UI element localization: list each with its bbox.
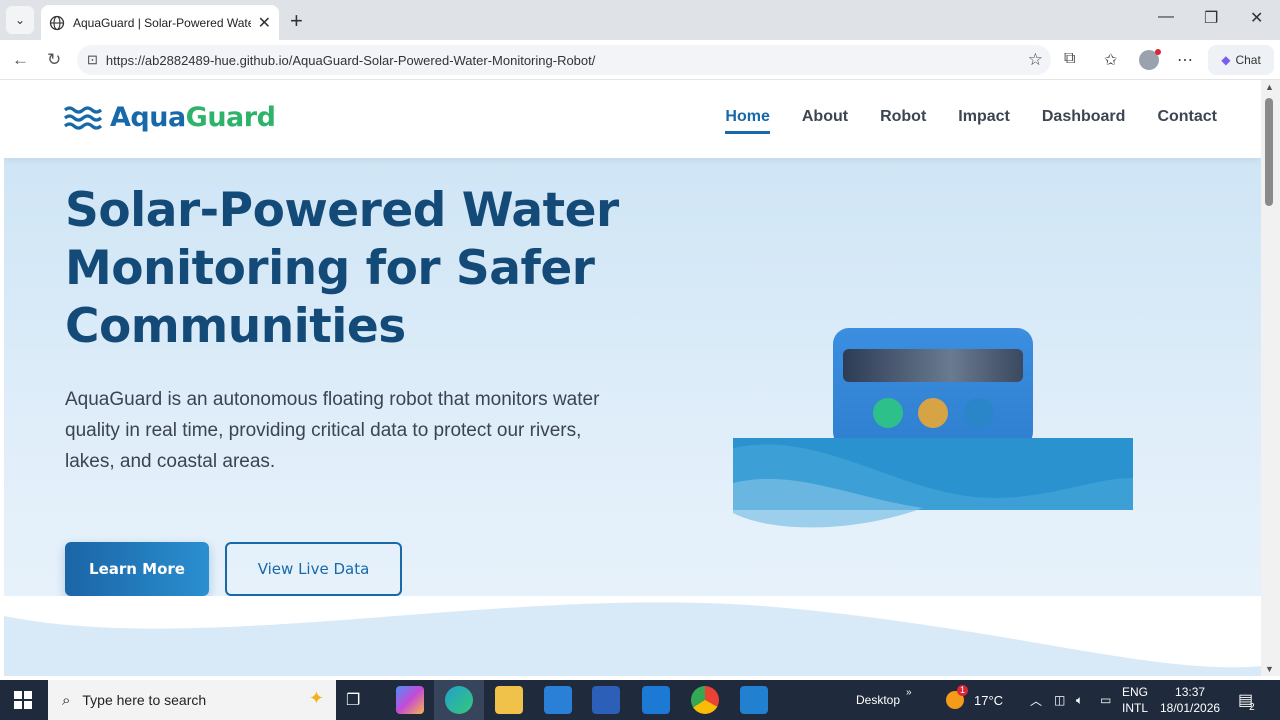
hero-headline: Solar-Powered Water Monitoring for Safer… [65, 183, 619, 354]
favorites-icon[interactable]: ✩ [1104, 50, 1117, 70]
copilot-app-icon[interactable] [396, 686, 424, 714]
robot-screen [843, 349, 1023, 382]
taskbar-search-placeholder: Type here to search [82, 692, 207, 708]
clock-date: 18/01/2026 [1160, 701, 1221, 715]
minimize-icon[interactable]: — [1158, 8, 1174, 26]
brand-part-aqua: Aqua [110, 102, 186, 133]
url-text: https://ab2882489-hue.github.io/AquaGuar… [105, 52, 596, 68]
restore-icon[interactable]: ❐ [1204, 8, 1218, 28]
address-bar[interactable]: ⊡ https://ab2882489-hue.github.io/AquaGu… [77, 45, 1051, 75]
scroll-down-icon[interactable]: ▼ [1265, 664, 1274, 674]
battery-icon[interactable]: ▭ [1100, 680, 1111, 720]
meet-icon[interactable]: ◫ [1054, 680, 1065, 720]
notification-count: 2 [1249, 701, 1255, 713]
keyboard-layout: INTL [1122, 701, 1149, 715]
scrollbar-thumb[interactable] [1265, 98, 1273, 206]
copilot-icon: ◆ [1221, 53, 1231, 67]
learn-more-button[interactable]: Learn More [65, 542, 209, 596]
site-info-icon[interactable]: ⊡ [87, 52, 98, 68]
browser-tab-bar: ⌄ AquaGuard | Solar-Powered Water ✕ + — … [0, 0, 1280, 40]
scroll-up-icon[interactable]: ▲ [1265, 82, 1274, 92]
volume-icon[interactable]: 🔈︎ [1076, 680, 1083, 720]
chat-label: Chat [1235, 53, 1261, 67]
profile-notification-dot [1155, 49, 1161, 55]
robot-led-blue [964, 398, 994, 428]
robot-illustration [733, 328, 1133, 528]
windows-start-icon[interactable] [14, 691, 32, 709]
tab-title: AquaGuard | Solar-Powered Water [73, 15, 251, 30]
view-live-data-button[interactable]: View Live Data [225, 542, 402, 596]
site-logo[interactable]: AquaGuard [64, 102, 276, 133]
copilot-chat-button[interactable]: ◆ Chat [1208, 45, 1274, 75]
page-scrollbar[interactable]: ▲ ▼ [1261, 80, 1280, 676]
search-icon: ⌕ [62, 691, 71, 709]
vscode-app-icon[interactable] [740, 686, 768, 714]
browser-toolbar: ← ↻ ⊡ https://ab2882489-hue.github.io/Aq… [0, 40, 1280, 80]
word-app-icon[interactable] [592, 686, 620, 714]
sparkle-icon: ✦ [308, 688, 324, 708]
outlook-app-icon[interactable] [642, 686, 670, 714]
language-code: ENG [1122, 685, 1149, 699]
weather-badge: 1 [957, 685, 968, 696]
edge-app-icon[interactable] [445, 686, 473, 714]
show-hidden-icons-icon[interactable]: ︿ [1030, 680, 1042, 720]
extensions-icon[interactable]: ⧉ [1064, 50, 1075, 68]
desktop-toolbar[interactable]: Desktop » [856, 680, 912, 720]
close-tab-icon[interactable]: ✕ [258, 13, 271, 33]
nav-contact[interactable]: Contact [1157, 108, 1217, 126]
robot-led-green [873, 398, 903, 428]
globe-icon [49, 15, 65, 30]
browser-tab[interactable]: AquaGuard | Solar-Powered Water ✕ [41, 5, 279, 40]
nav-robot[interactable]: Robot [880, 108, 926, 126]
task-view-icon[interactable]: ❐ [346, 690, 374, 718]
bottom-wave-divider [4, 596, 1261, 676]
site-header: AquaGuard Home About Robot Impact Dashbo… [4, 80, 1261, 158]
notification-center[interactable]: ▤ 2 [1238, 680, 1255, 720]
nav-dashboard[interactable]: Dashboard [1042, 108, 1126, 126]
brand-part-guard: Guard [185, 102, 276, 133]
tab-list-button[interactable]: ⌄ [6, 6, 34, 34]
refresh-icon[interactable]: ↻ [47, 50, 61, 70]
brand-name: AquaGuard [110, 102, 276, 133]
temperature: 17°C [974, 692, 1004, 708]
nav-impact[interactable]: Impact [958, 108, 1010, 126]
language-indicator[interactable]: ENG INTL [1122, 684, 1148, 716]
nav-home[interactable]: Home [725, 108, 771, 134]
microsoft-store-icon[interactable] [544, 686, 572, 714]
weather-widget[interactable]: 1 17°C [946, 680, 1003, 720]
favorite-star-icon[interactable]: ☆ [1028, 50, 1043, 70]
system-clock[interactable]: 13:37 18/01/2026 [1160, 684, 1220, 716]
main-nav: Home About Robot Impact Dashboard Contac… [693, 108, 1217, 134]
more-options-icon[interactable]: ⋯ [1177, 50, 1193, 70]
chevron-double-right-icon: » [906, 686, 912, 698]
weather-sun-icon: 1 [946, 685, 968, 709]
page-viewport: AquaGuard Home About Robot Impact Dashbo… [4, 80, 1261, 676]
close-window-icon[interactable]: ✕ [1250, 8, 1263, 28]
new-tab-button[interactable]: + [290, 8, 303, 34]
back-icon[interactable]: ← [12, 50, 29, 70]
hero-description: AquaGuard is an autonomous floating robo… [65, 389, 600, 472]
robot-body [833, 328, 1033, 448]
taskbar-search[interactable]: ⌕ Type here to search ✦ [48, 680, 336, 720]
nav-about[interactable]: About [802, 108, 848, 126]
file-explorer-icon[interactable] [495, 686, 523, 714]
windows-taskbar: ⌕ Type here to search ✦ ❐ Desktop » 1 17… [0, 680, 1280, 720]
clock-time: 13:37 [1175, 685, 1206, 699]
chrome-app-icon[interactable] [691, 686, 719, 714]
waves-icon [64, 105, 102, 130]
robot-led-amber [918, 398, 948, 428]
desktop-label: Desktop [856, 693, 901, 707]
